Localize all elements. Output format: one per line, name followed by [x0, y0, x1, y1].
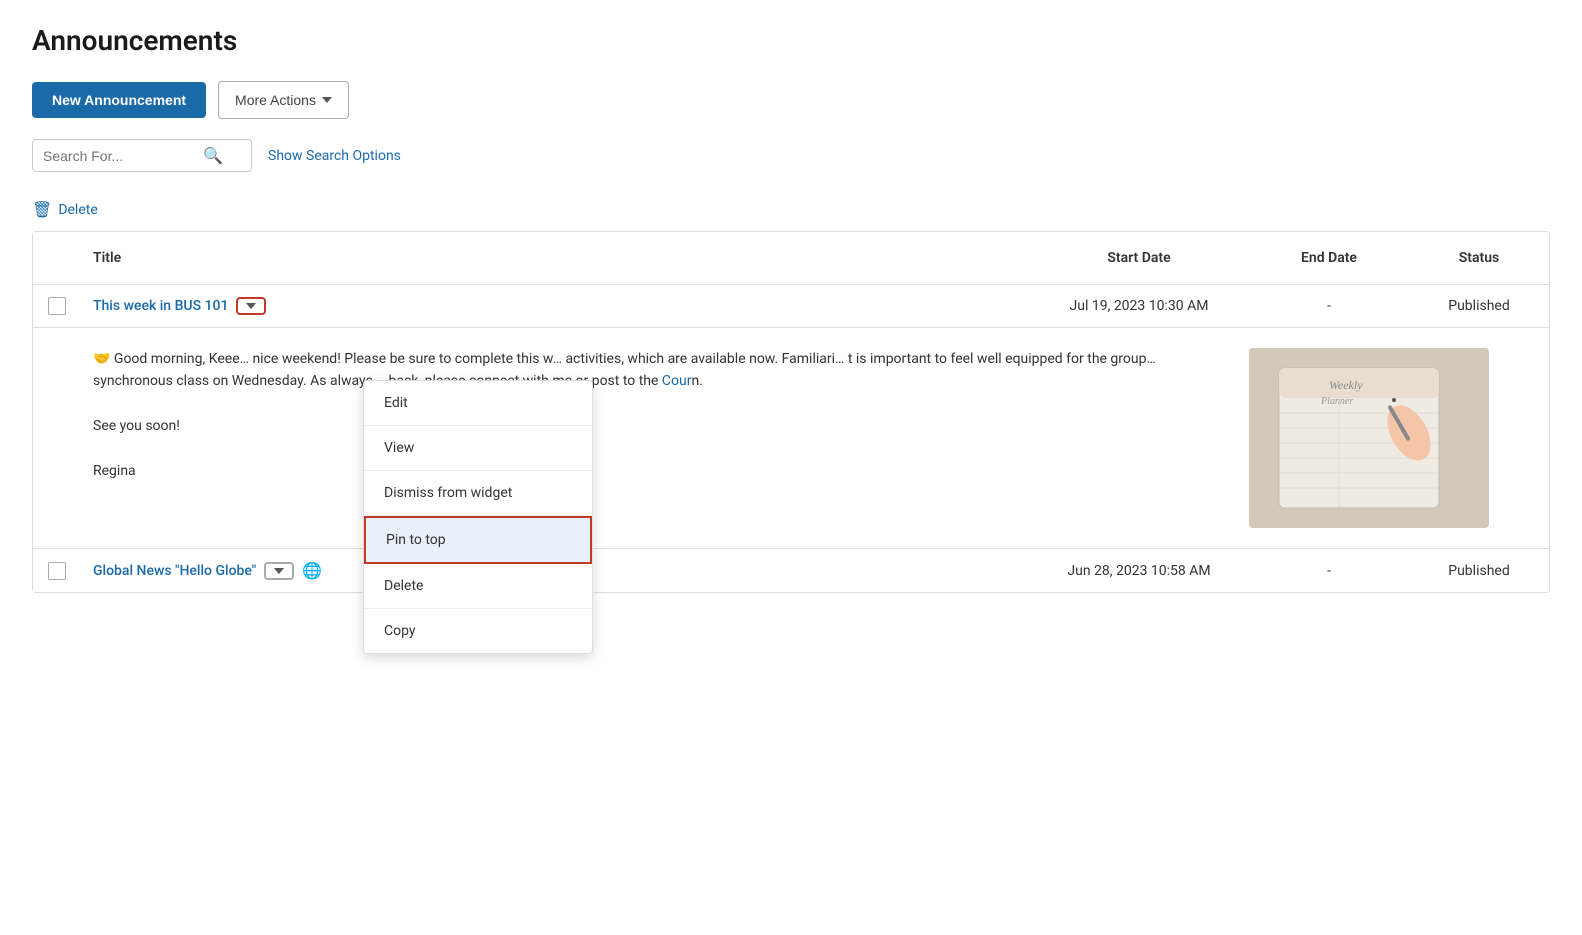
row1-checkbox-cell	[33, 285, 81, 327]
menu-item-delete[interactable]: Delete	[364, 564, 592, 609]
svg-text:Weekly: Weekly	[1329, 378, 1363, 392]
menu-item-edit[interactable]: Edit	[364, 381, 592, 426]
page-title: Announcements	[32, 24, 1550, 57]
menu-item-copy[interactable]: Copy	[364, 609, 592, 653]
table-header: Title Start Date End Date Status	[33, 232, 1549, 285]
row1-title-cell: This week in BUS 101	[81, 285, 1029, 327]
chevron-down-icon	[246, 303, 256, 309]
preview-text: 🤝 Good morning, Keee… nice weekend! Plea…	[93, 348, 1225, 528]
preview-see-you: See you soon!	[93, 415, 1225, 437]
more-actions-button[interactable]: More Actions	[218, 81, 349, 119]
announcements-table: Title Start Date End Date Status This we…	[32, 231, 1550, 593]
preview-row: 🤝 Good morning, Keee… nice weekend! Plea…	[33, 328, 1549, 549]
search-input[interactable]	[43, 148, 203, 164]
chevron-down-icon	[274, 568, 284, 574]
row2-start-date: Jun 28, 2023 10:58 AM	[1029, 551, 1249, 591]
more-actions-label: More Actions	[235, 92, 316, 108]
row2-end-date: -	[1249, 551, 1409, 591]
row2-title-link[interactable]: Global News "Hello Globe"	[93, 563, 256, 579]
row1-checkbox[interactable]	[48, 297, 66, 315]
row1-title-link[interactable]: This week in BUS 101	[93, 298, 228, 314]
page-container: Announcements New Announcement More Acti…	[0, 0, 1582, 935]
header-start-date: Start Date	[1029, 242, 1249, 274]
row1-start-date: Jul 19, 2023 10:30 AM	[1029, 286, 1249, 326]
search-box: 🔍	[32, 139, 252, 172]
preview-content: 🤝 Good morning, Keee… nice weekend! Plea…	[33, 328, 1549, 548]
toolbar: New Announcement More Actions	[32, 81, 1550, 119]
search-row: 🔍 Show Search Options	[32, 139, 1550, 172]
menu-item-view[interactable]: View	[364, 426, 592, 471]
menu-item-dismiss[interactable]: Dismiss from widget	[364, 471, 592, 516]
search-icon: 🔍	[203, 146, 223, 165]
trash-icon: 🗑	[32, 200, 52, 219]
show-search-options-link[interactable]: Show Search Options	[268, 148, 401, 164]
menu-item-pin[interactable]: Pin to top	[364, 516, 592, 564]
delete-label: Delete	[58, 202, 97, 218]
table-row: This week in BUS 101 Jul 19, 2023 10:30 …	[33, 285, 1549, 328]
header-end-date: End Date	[1249, 242, 1409, 274]
header-checkbox-col	[33, 242, 81, 274]
globe-icon: 🌐	[302, 561, 322, 580]
new-announcement-button[interactable]: New Announcement	[32, 82, 206, 118]
row1-dropdown-button[interactable]	[236, 297, 266, 315]
row2-checkbox[interactable]	[48, 562, 66, 580]
header-status: Status	[1409, 242, 1549, 274]
row2-dropdown-button[interactable]	[264, 562, 294, 580]
table-row: Global News "Hello Globe" 🌐 Jun 28, 2023…	[33, 549, 1549, 592]
preview-name: Regina	[93, 460, 1225, 482]
row1-end-date: -	[1249, 286, 1409, 326]
preview-image: Weekly Planner	[1249, 348, 1489, 528]
course-link[interactable]: Cour	[662, 373, 692, 389]
header-title: Title	[81, 242, 1029, 274]
delete-row[interactable]: 🗑 Delete	[32, 200, 1550, 219]
row2-status: Published	[1409, 551, 1549, 591]
row1-status: Published	[1409, 286, 1549, 326]
row2-checkbox-cell	[33, 550, 81, 592]
chevron-down-icon	[322, 97, 332, 103]
svg-text:Planner: Planner	[1320, 396, 1353, 407]
dropdown-menu: Edit View Dismiss from widget Pin to top…	[363, 380, 593, 654]
